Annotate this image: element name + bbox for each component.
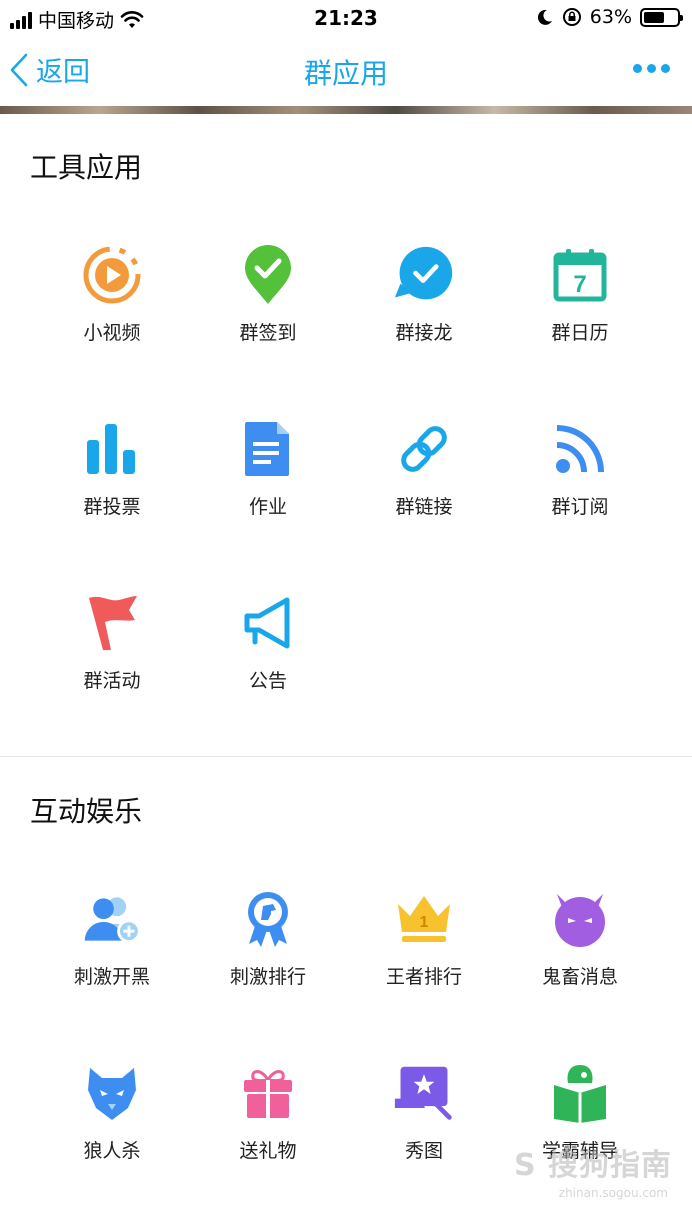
app-label: 群签到: [239, 322, 297, 344]
app-label: 鬼畜消息: [541, 966, 618, 988]
video-icon: [81, 244, 143, 306]
watermark: S 搜狗指南: [513, 1148, 672, 1183]
banner-image: [0, 106, 692, 114]
app-label: 刺激排行: [229, 966, 306, 988]
gift-icon: [237, 1062, 299, 1124]
app-label: 群日历: [551, 322, 609, 344]
app-show-image[interactable]: 秀图: [346, 1034, 502, 1208]
homework-icon: [237, 418, 299, 480]
more-dot-icon: [661, 64, 670, 73]
section-divider: [0, 756, 692, 757]
app-label: 群投票: [83, 496, 141, 518]
magic-image-icon: [393, 1062, 455, 1124]
add-friend-icon: [81, 888, 143, 950]
rss-icon: [549, 418, 611, 480]
app-subscribe[interactable]: 群订阅: [502, 390, 658, 564]
app-calendar[interactable]: 7 群日历: [502, 216, 658, 390]
battery-icon: [640, 7, 683, 27]
flag-icon: [81, 592, 143, 654]
app-link[interactable]: 群链接: [346, 390, 502, 564]
wolf-icon: [81, 1062, 143, 1124]
moon-icon: [537, 9, 552, 25]
status-right: 63%: [536, 6, 683, 28]
more-button[interactable]: [633, 64, 670, 73]
app-label: 群活动: [83, 670, 141, 692]
check-in-icon: [237, 244, 299, 306]
megaphone-icon: [237, 592, 299, 654]
chain-reply-icon: [393, 244, 455, 306]
study-book-icon: [549, 1062, 611, 1124]
devil-icon: [549, 888, 611, 950]
app-vote[interactable]: 群投票: [34, 390, 190, 564]
app-label: 公告: [248, 670, 287, 692]
calendar-day: 7: [573, 271, 586, 298]
app-label: 群订阅: [551, 496, 609, 518]
section-title-tools: 工具应用: [30, 151, 143, 184]
app-label: 狼人杀: [83, 1140, 141, 1162]
app-label: 群链接: [395, 496, 453, 518]
more-dot-icon: [633, 64, 642, 73]
battery-percent: 63%: [589, 6, 632, 28]
more-dot-icon: [647, 64, 656, 73]
app-label: 小视频: [83, 322, 141, 344]
app-label: 刺激开黑: [73, 966, 150, 988]
app-king-ranking[interactable]: 1 王者排行: [346, 860, 502, 1034]
app-werewolf[interactable]: 狼人杀: [34, 1034, 190, 1208]
status-bar: 中国移动 21:23 63%: [0, 0, 692, 36]
nav-bar: 返回 群应用: [0, 36, 692, 106]
app-label: 群接龙: [395, 322, 453, 344]
ranking-badge-icon: [237, 888, 299, 950]
app-label: 王者排行: [385, 966, 462, 988]
calendar-icon: 7: [549, 244, 611, 306]
app-homework[interactable]: 作业: [190, 390, 346, 564]
app-activity[interactable]: 群活动: [34, 564, 190, 738]
app-ranking[interactable]: 刺激排行: [190, 860, 346, 1034]
app-chain-reply[interactable]: 群接龙: [346, 216, 502, 390]
watermark-url: zhinan.sogou.com: [558, 1186, 668, 1200]
rotation-lock-icon: [562, 8, 581, 26]
crown-number: 1: [420, 914, 429, 931]
app-team-up[interactable]: 刺激开黑: [34, 860, 190, 1034]
app-devil-message[interactable]: 鬼畜消息: [502, 860, 658, 1034]
crown-icon: 1: [393, 888, 455, 950]
page-title: 群应用: [303, 57, 388, 90]
tools-app-grid: 小视频 群签到 群接龙 7 群日历 群投票 作业 群链接 群订阅 群活动 公告: [34, 216, 658, 738]
app-label: 秀图: [404, 1140, 443, 1162]
section-title-fun: 互动娱乐: [30, 795, 143, 828]
app-gift[interactable]: 送礼物: [190, 1034, 346, 1208]
app-check-in[interactable]: 群签到: [190, 216, 346, 390]
app-announcement[interactable]: 公告: [190, 564, 346, 738]
app-label: 送礼物: [239, 1140, 297, 1162]
app-video[interactable]: 小视频: [34, 216, 190, 390]
vote-icon: [81, 418, 143, 480]
link-icon: [393, 418, 455, 480]
app-label: 作业: [248, 496, 287, 518]
